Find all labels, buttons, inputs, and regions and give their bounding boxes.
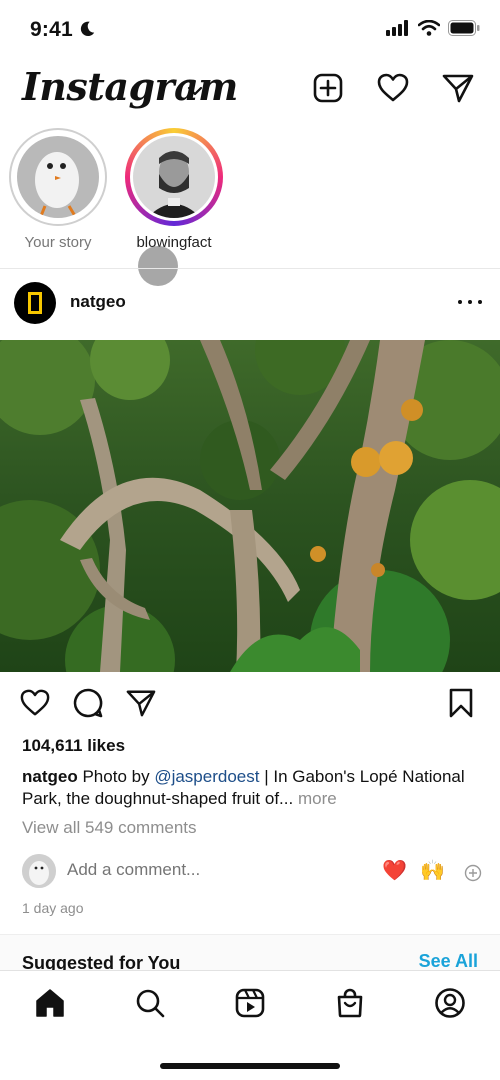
story-label: Your story — [24, 234, 92, 251]
home-indicator — [160, 1063, 340, 1069]
post-caption: natgeo Photo by @jasperdoest | In Gabon'… — [22, 766, 482, 810]
tab-bar — [0, 970, 500, 1080]
heart-icon — [20, 689, 50, 716]
caption-username[interactable]: natgeo — [22, 767, 78, 786]
tab-profile[interactable] — [432, 985, 468, 1021]
post-image[interactable] — [0, 340, 500, 672]
status-time: 9:41 — [30, 18, 73, 41]
story-ring — [125, 128, 223, 226]
moon-icon — [80, 21, 95, 37]
reels-icon — [235, 988, 265, 1018]
status-icons — [386, 20, 480, 36]
shop-icon — [337, 988, 363, 1018]
like-button[interactable] — [18, 686, 52, 720]
heart-icon — [377, 73, 409, 102]
story-label: blowingfact — [136, 234, 212, 251]
comment-input[interactable] — [67, 860, 347, 880]
post-header: natgeo — [0, 272, 500, 334]
avatar — [22, 854, 56, 888]
bookmark-icon — [449, 688, 473, 718]
add-emoji-icon[interactable] — [464, 864, 482, 882]
story-blowingfact[interactable]: blowingfact — [119, 128, 229, 251]
share-icon — [126, 690, 156, 717]
view-all-comments-link[interactable]: View all 549 comments — [22, 818, 197, 838]
chevron-down-icon[interactable] — [186, 82, 204, 100]
stories-tray: Your story blowingfact — [0, 120, 500, 266]
more-options-icon[interactable] — [458, 292, 482, 312]
tab-shop[interactable] — [332, 985, 368, 1021]
likes-count[interactable]: 104,611 likes — [22, 736, 125, 756]
avatar — [133, 136, 215, 218]
profile-icon — [435, 988, 465, 1018]
story-your-story[interactable]: Your story — [3, 128, 113, 251]
caption-mention[interactable]: @jasperdoest — [154, 767, 259, 786]
post-username[interactable]: natgeo — [70, 292, 126, 312]
avatar — [17, 136, 99, 218]
signal-icon — [386, 20, 408, 36]
tab-home[interactable] — [32, 985, 68, 1021]
caption-more-link[interactable]: more — [298, 789, 337, 808]
activity-button[interactable] — [375, 70, 411, 106]
natgeo-logo-icon — [28, 292, 42, 314]
wifi-icon — [418, 20, 440, 36]
direct-messages-button[interactable] — [440, 70, 476, 106]
direct-message-icon — [442, 74, 474, 103]
tab-reels[interactable] — [232, 985, 268, 1021]
new-post-icon — [313, 73, 343, 103]
status-bar: 9:41 — [0, 0, 500, 60]
see-all-link[interactable]: See All — [419, 951, 478, 972]
search-icon — [136, 989, 165, 1018]
app-header: Instagram — [0, 60, 500, 120]
instagram-logo[interactable]: Instagram — [22, 64, 238, 109]
comment-icon — [73, 688, 103, 718]
heart-emoji-reaction[interactable]: ❤️ — [382, 858, 407, 883]
comment-button[interactable] — [71, 686, 105, 720]
post-actions — [0, 684, 500, 724]
tab-search[interactable] — [132, 985, 168, 1021]
divider — [0, 268, 500, 269]
save-button[interactable] — [444, 686, 478, 720]
caption-prefix: Photo by — [82, 767, 150, 786]
post-timestamp: 1 day ago — [22, 900, 84, 916]
share-button[interactable] — [124, 686, 158, 720]
new-post-button[interactable] — [310, 70, 346, 106]
story-ring — [9, 128, 107, 226]
battery-icon — [448, 20, 480, 36]
add-comment-row: ❤️ 🙌 — [0, 852, 500, 892]
avatar[interactable] — [14, 282, 56, 324]
raised-hands-emoji-reaction[interactable]: 🙌 — [420, 858, 445, 883]
home-icon — [36, 989, 64, 1017]
suggested-section: Suggested for You See All — [0, 934, 500, 974]
